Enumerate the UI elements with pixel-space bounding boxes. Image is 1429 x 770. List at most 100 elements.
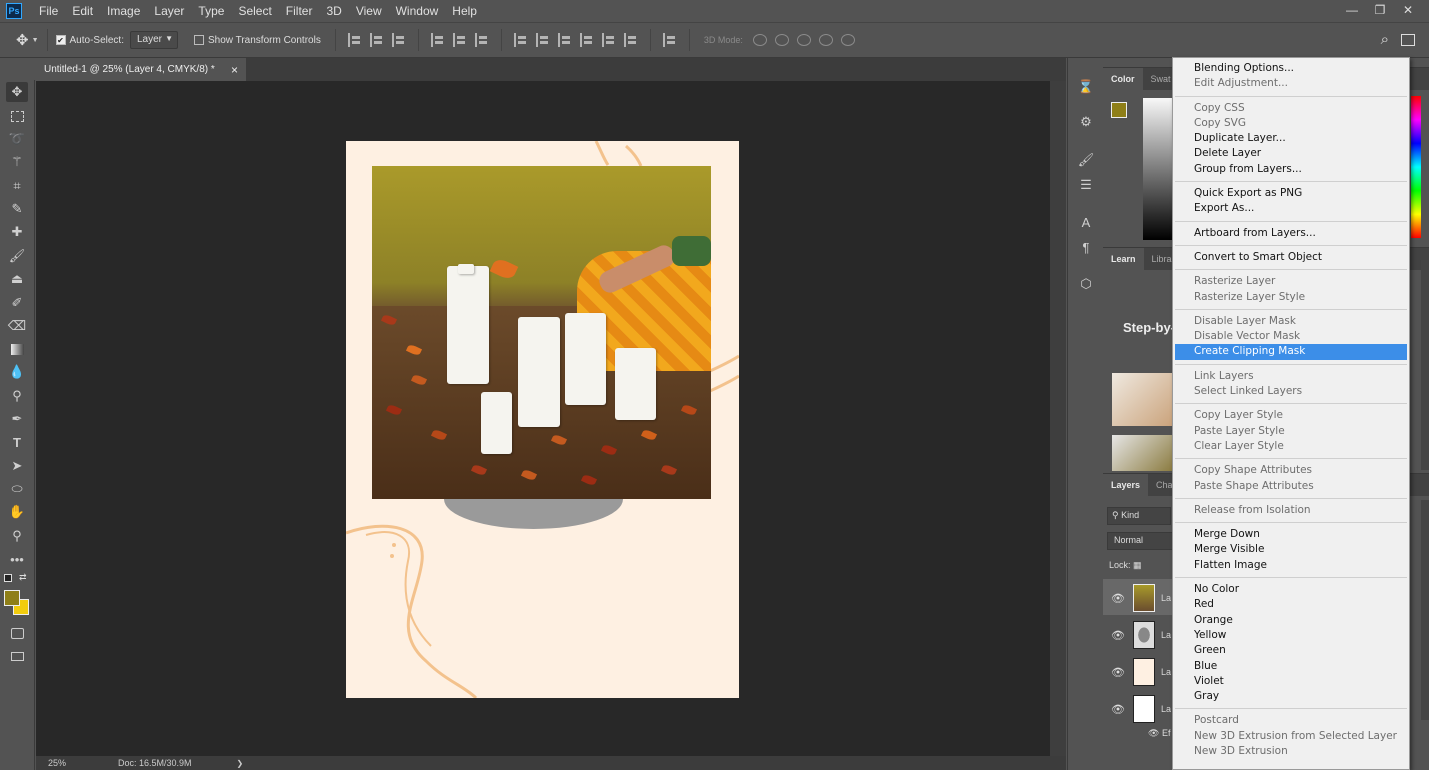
lasso-icon[interactable]: ➰ <box>6 129 28 149</box>
roll-3d-icon[interactable] <box>774 34 789 46</box>
menu-item-flatten-image[interactable]: Flatten Image <box>1175 558 1407 573</box>
history-icon[interactable]: ⌛ <box>1077 78 1095 96</box>
ellipse-icon[interactable]: ⬭ <box>6 479 28 499</box>
adjustments-icon[interactable]: ☰ <box>1077 176 1095 194</box>
layer-row-1[interactable]: 👁 La <box>1103 691 1173 727</box>
zoom-icon[interactable]: ⚲ <box>6 526 28 546</box>
blur-icon[interactable]: 💧 <box>6 362 28 382</box>
align-left-icon[interactable] <box>430 33 445 47</box>
marquee-icon[interactable] <box>6 106 28 126</box>
eraser-icon[interactable]: ⌫ <box>6 316 28 336</box>
menu-view[interactable]: View <box>349 0 389 22</box>
chevron-down-icon[interactable]: ▼ <box>32 37 39 44</box>
menu-3d[interactable]: 3D <box>319 0 348 22</box>
layer-row-4[interactable]: 👁 La <box>1103 580 1173 616</box>
move-tool-preset-icon[interactable]: ✥ <box>16 31 29 49</box>
distribute-right-icon[interactable] <box>623 33 638 47</box>
hand-icon[interactable]: ✋ <box>6 502 28 522</box>
blend-mode-dropdown[interactable]: Normal <box>1107 532 1173 550</box>
swap-colors-icon[interactable]: ⇄ <box>19 572 27 583</box>
auto-select-checkbox[interactable]: ✔ <box>55 35 66 45</box>
menu-item-delete-layer[interactable]: Delete Layer <box>1175 146 1407 161</box>
menu-filter[interactable]: Filter <box>279 0 320 22</box>
align-horizontal-center-icon[interactable] <box>452 33 467 47</box>
dodge-icon[interactable]: ⚲ <box>6 386 28 406</box>
distribute-left-icon[interactable] <box>579 33 594 47</box>
product-photo-layer[interactable] <box>372 166 711 499</box>
visibility-eye-icon[interactable]: 👁 <box>1111 592 1125 605</box>
slide-3d-icon[interactable] <box>818 34 833 46</box>
orbit-3d-icon[interactable] <box>752 34 767 46</box>
menu-item-blue[interactable]: Blue <box>1175 659 1407 674</box>
panel-scrollbar[interactable] <box>1421 260 1429 470</box>
drag-3d-icon[interactable] <box>796 34 811 46</box>
screen-mode-icon[interactable] <box>6 646 28 666</box>
path-selection-icon[interactable]: ➤ <box>6 456 28 476</box>
menu-item-artboard-from-layers[interactable]: Artboard from Layers... <box>1175 226 1407 241</box>
auto-select-target-dropdown[interactable]: Layer ▼ <box>130 31 178 49</box>
menu-item-orange[interactable]: Orange <box>1175 613 1407 628</box>
menu-item-convert-to-smart-object[interactable]: Convert to Smart Object <box>1175 250 1407 265</box>
color-fg-swatch[interactable] <box>1111 102 1127 118</box>
layer-row-2[interactable]: 👁 La <box>1103 654 1173 690</box>
tutorial-thumbnail[interactable] <box>1112 373 1174 426</box>
visibility-eye-icon[interactable]: 👁 <box>1111 703 1125 716</box>
character-icon[interactable]: A <box>1077 213 1095 231</box>
hue-slider[interactable] <box>1411 96 1421 238</box>
crop-icon[interactable]: ⌗ <box>6 176 28 196</box>
menu-image[interactable]: Image <box>100 0 147 22</box>
visibility-eye-icon[interactable]: 👁 <box>1111 666 1125 679</box>
show-transform-checkbox[interactable] <box>194 35 204 45</box>
panel-scrollbar[interactable] <box>1421 500 1429 720</box>
menu-window[interactable]: Window <box>389 0 446 22</box>
3d-cube-icon[interactable]: ⬡ <box>1077 275 1095 293</box>
menu-item-violet[interactable]: Violet <box>1175 674 1407 689</box>
visibility-eye-icon[interactable]: 👁 <box>1111 629 1125 642</box>
menu-item-group-from-layers[interactable]: Group from Layers... <box>1175 162 1407 177</box>
distribute-vertical-center-icon[interactable] <box>535 33 550 47</box>
menu-type[interactable]: Type <box>191 0 231 22</box>
distribute-top-icon[interactable] <box>513 33 528 47</box>
align-top-icon[interactable] <box>347 33 362 47</box>
menu-item-create-clipping-mask[interactable]: Create Clipping Mask <box>1175 344 1407 360</box>
layer-filter[interactable]: ⚲ Kind <box>1107 507 1171 525</box>
move-icon[interactable]: ✥ <box>6 82 28 102</box>
history-brush-icon[interactable]: ✐ <box>6 293 28 313</box>
menu-item-gray[interactable]: Gray <box>1175 689 1407 704</box>
close-tab-icon[interactable]: × <box>231 63 238 77</box>
pen-icon[interactable]: ✒ <box>6 409 28 429</box>
brush-icon[interactable]: 🖌 <box>6 246 28 266</box>
close-button[interactable]: ✕ <box>1395 0 1421 20</box>
paragraph-icon[interactable]: ¶ <box>1077 238 1095 256</box>
menu-item-red[interactable]: Red <box>1175 597 1407 612</box>
restore-button[interactable]: ❐ <box>1367 0 1393 20</box>
layer-row-3[interactable]: 👁 La <box>1103 617 1173 653</box>
tutorial-thumbnail[interactable] <box>1112 435 1174 471</box>
distribute-horizontal-center-icon[interactable] <box>601 33 616 47</box>
align-right-icon[interactable] <box>474 33 489 47</box>
eyedropper-icon[interactable]: ✎ <box>6 199 28 219</box>
gradient-icon[interactable] <box>6 339 28 359</box>
document-tab[interactable]: Untitled-1 @ 25% (Layer 4, CMYK/8) * × <box>36 58 246 81</box>
scale-3d-icon[interactable] <box>840 34 855 46</box>
menu-help[interactable]: Help <box>445 0 484 22</box>
clone-stamp-icon[interactable]: ⏏ <box>6 269 28 289</box>
status-menu-arrow[interactable]: ❯ <box>237 759 244 768</box>
workspace-icon[interactable] <box>1401 34 1415 46</box>
menu-item-export-as[interactable]: Export As... <box>1175 201 1407 216</box>
color-field[interactable] <box>1143 98 1173 240</box>
menu-select[interactable]: Select <box>231 0 278 22</box>
canvas-vertical-scrollbar[interactable] <box>1050 81 1066 756</box>
tab-learn[interactable]: Learn <box>1103 248 1144 270</box>
menu-item-yellow[interactable]: Yellow <box>1175 628 1407 643</box>
align-bottom-icon[interactable] <box>391 33 406 47</box>
healing-brush-icon[interactable]: ✚ <box>6 222 28 242</box>
distribute-bottom-icon[interactable] <box>557 33 572 47</box>
menu-layer[interactable]: Layer <box>147 0 191 22</box>
foreground-color-swatch[interactable] <box>4 590 20 606</box>
menu-file[interactable]: File <box>32 0 65 22</box>
menu-item-green[interactable]: Green <box>1175 643 1407 658</box>
properties-icon[interactable]: ⚙ <box>1077 113 1095 131</box>
menu-item-merge-visible[interactable]: Merge Visible <box>1175 542 1407 557</box>
tab-color[interactable]: Color <box>1103 68 1143 90</box>
